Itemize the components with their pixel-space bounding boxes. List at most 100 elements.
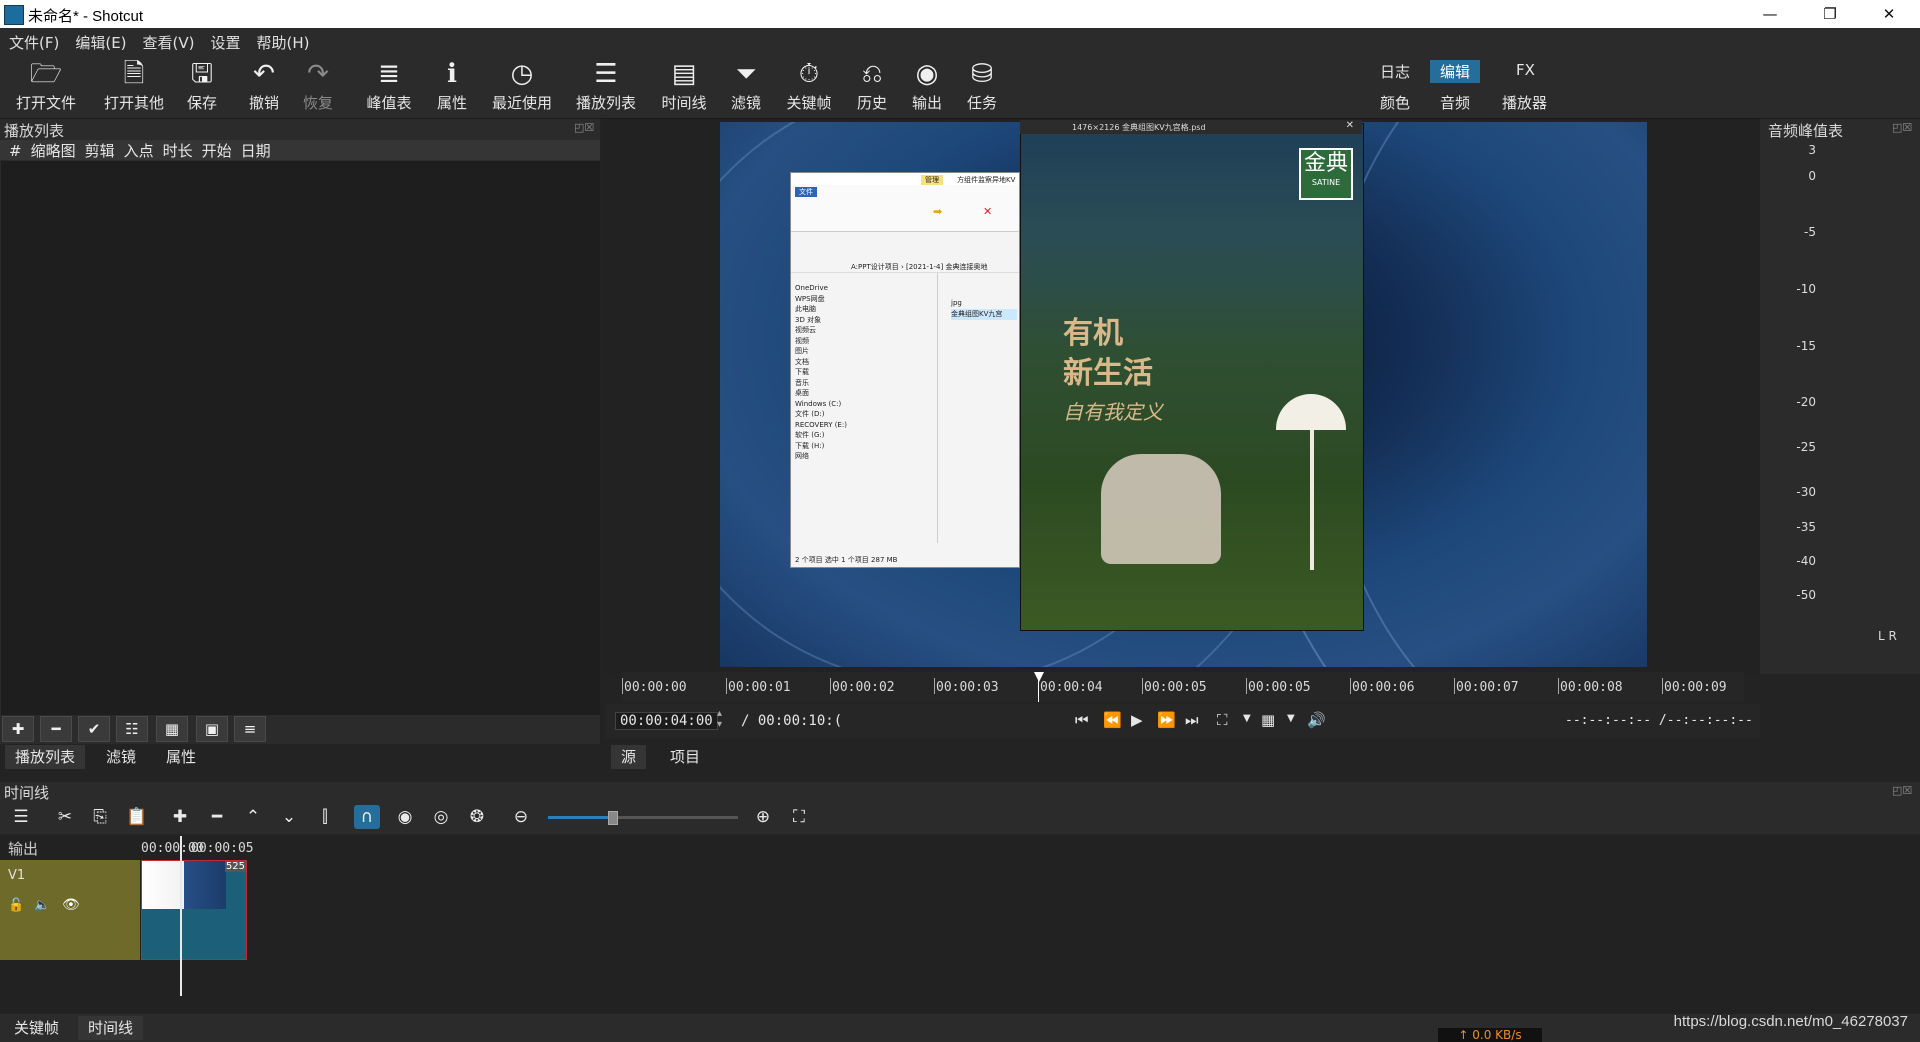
- zoom-slider-track[interactable]: [548, 811, 738, 825]
- scrub-icon[interactable]: ◉: [392, 805, 418, 829]
- playlist-button[interactable]: ☰ 播放列表: [574, 58, 638, 113]
- poster-window-bar: 1476×2126 金典组图KV九宫格.psd ✕: [1020, 120, 1362, 134]
- save-button[interactable]: 🖫 保存: [182, 58, 222, 113]
- restore-button[interactable]: ❐: [1807, 2, 1853, 26]
- ripple-all-icon[interactable]: ❂: [464, 805, 490, 829]
- volume-icon[interactable]: 🔊: [1307, 711, 1326, 729]
- lock-icon[interactable]: 🔓: [8, 898, 24, 913]
- playlist-details-view-button[interactable]: ☷: [116, 716, 148, 742]
- zoom-dropdown-icon[interactable]: ▼: [1243, 713, 1251, 724]
- zoom-in-icon[interactable]: ⊕: [750, 805, 776, 829]
- snap-icon[interactable]: ∩: [354, 805, 380, 829]
- column-date[interactable]: 日期: [241, 142, 271, 160]
- append-icon[interactable]: ✚: [167, 805, 193, 829]
- properties-button[interactable]: ℹ 属性: [432, 58, 472, 113]
- rewind-icon[interactable]: ⏪: [1103, 711, 1122, 729]
- explorer-address-bar: A:PPT设计项目 › [2021-1-4] 金典连接奥地: [791, 261, 1019, 273]
- undo-button[interactable]: ↶ 撤销: [244, 58, 284, 113]
- ruler-tick: 00:00:06: [1352, 680, 1415, 695]
- peak-meter-button[interactable]: ≣ 峰值表: [364, 58, 414, 113]
- panel-dock-icon[interactable]: ◰☒: [1892, 784, 1912, 797]
- zoom-out-icon[interactable]: ⊖: [508, 805, 534, 829]
- ruler-tick: 00:00:05: [1144, 680, 1207, 695]
- layout-player[interactable]: 播放器: [1502, 92, 1547, 113]
- viewer-playhead-marker[interactable]: [1034, 672, 1044, 682]
- filters-button[interactable]: ⏷ 滤镜: [726, 58, 766, 113]
- viewer-time-ruler[interactable]: 00:00:00 00:00:01 00:00:02 00:00:03 00:0…: [622, 672, 1744, 702]
- timeline-ruler[interactable]: 00:00:00 00:00:05: [140, 836, 1920, 860]
- keyframes-button[interactable]: ⏱ 关键帧: [782, 58, 836, 113]
- menu-edit[interactable]: 编辑(E): [66, 28, 133, 53]
- minimize-button[interactable]: —: [1747, 2, 1793, 26]
- column-in[interactable]: 入点: [124, 142, 154, 160]
- copy-icon[interactable]: ⎘: [87, 805, 113, 829]
- timeline-menu-icon[interactable]: ☰: [8, 805, 34, 829]
- overwrite-icon[interactable]: ⌄: [276, 805, 302, 829]
- skip-to-end-icon[interactable]: ⏭: [1185, 711, 1199, 729]
- timeline-clip[interactable]: 525: [141, 860, 247, 960]
- split-icon[interactable]: ⫿: [312, 805, 338, 829]
- track-header-v1[interactable]: V1 🔓 🔈 👁: [0, 860, 140, 960]
- tab-filters[interactable]: 滤镜: [96, 745, 146, 769]
- layout-edit[interactable]: 编辑: [1430, 60, 1481, 83]
- redo-button[interactable]: ↷ 恢复: [298, 58, 338, 113]
- ripple-delete-icon[interactable]: ━: [204, 805, 230, 829]
- playlist-remove-button[interactable]: ━: [40, 716, 72, 742]
- timeline-button[interactable]: ▤ 时间线: [658, 58, 710, 113]
- history-button[interactable]: ⎌ 历史: [852, 58, 892, 113]
- ripple-icon[interactable]: ◎: [428, 805, 454, 829]
- play-icon[interactable]: ▶: [1131, 711, 1143, 729]
- menu-file[interactable]: 文件(F): [0, 28, 66, 53]
- tab-properties[interactable]: 属性: [156, 745, 206, 769]
- lift-icon[interactable]: ⌃: [240, 805, 266, 829]
- column-number[interactable]: #: [9, 142, 22, 160]
- layout-audio[interactable]: 音频: [1440, 92, 1470, 113]
- open-file-button[interactable]: 🗁 打开文件: [14, 58, 78, 113]
- mute-icon[interactable]: 🔈: [34, 898, 50, 913]
- cut-icon[interactable]: ✂: [52, 805, 78, 829]
- menu-settings[interactable]: 设置: [202, 28, 248, 53]
- column-thumbnail[interactable]: 缩略图: [31, 142, 76, 160]
- playlist-add-button[interactable]: ✚: [2, 716, 34, 742]
- timeline-playhead[interactable]: [180, 836, 182, 996]
- tab-playlist[interactable]: 播放列表: [5, 745, 86, 769]
- recent-button[interactable]: ◷ 最近使用: [490, 58, 554, 113]
- column-duration[interactable]: 时长: [163, 142, 193, 160]
- export-button[interactable]: ◉ 输出: [907, 58, 947, 113]
- menu-help[interactable]: 帮助(H): [248, 28, 317, 53]
- grid-dropdown-icon[interactable]: ▼: [1287, 713, 1295, 724]
- grid-icon[interactable]: ▦: [1261, 711, 1275, 729]
- save-icon: 🖫: [190, 59, 214, 89]
- zoom-slider-handle[interactable]: [608, 811, 618, 825]
- column-clip[interactable]: 剪辑: [85, 142, 115, 160]
- close-button[interactable]: ✕: [1866, 2, 1912, 26]
- visibility-icon[interactable]: 👁: [62, 897, 80, 913]
- playlist-tiles-view-button[interactable]: ▦: [156, 716, 188, 742]
- playlist-menu-button[interactable]: ≡: [234, 716, 266, 742]
- jobs-button[interactable]: ⛁ 任务: [962, 58, 1002, 113]
- panel-dock-icon[interactable]: ◰☒: [1892, 121, 1912, 134]
- tab-source[interactable]: 源: [611, 745, 647, 769]
- layout-log[interactable]: 日志: [1380, 61, 1410, 82]
- open-other-button[interactable]: 🗎 打开其他: [98, 58, 170, 113]
- layout-fx[interactable]: FX: [1516, 61, 1535, 79]
- tab-keyframes[interactable]: 关键帧: [4, 1016, 69, 1040]
- fast-forward-icon[interactable]: ⏩: [1157, 711, 1176, 729]
- tab-project[interactable]: 项目: [660, 745, 710, 769]
- menu-view[interactable]: 查看(V): [134, 28, 202, 53]
- column-start[interactable]: 开始: [202, 142, 232, 160]
- panel-dock-icon[interactable]: ◰☒: [574, 121, 594, 134]
- layout-color[interactable]: 颜色: [1380, 92, 1410, 113]
- timecode-position-input[interactable]: 00:00:04:00: [615, 712, 718, 730]
- zoom-fit-timeline-icon[interactable]: ⛶: [786, 805, 812, 829]
- timecode-spinner-icon[interactable]: ▴ ▾: [717, 708, 722, 730]
- zoom-fit-icon[interactable]: ⛶: [1217, 711, 1228, 729]
- playlist-update-button[interactable]: ✔: [78, 716, 110, 742]
- playlist-list[interactable]: [1, 161, 600, 715]
- tab-timeline[interactable]: 时间线: [78, 1016, 144, 1040]
- poster-window-title: 1476×2126 金典组图KV九宫格.psd: [1072, 123, 1206, 132]
- playlist-icons-view-button[interactable]: ▣: [196, 716, 228, 742]
- nav-item: OneDrive: [795, 284, 828, 292]
- paste-icon[interactable]: 📋: [124, 805, 150, 829]
- skip-to-start-icon[interactable]: ⏮: [1075, 711, 1089, 729]
